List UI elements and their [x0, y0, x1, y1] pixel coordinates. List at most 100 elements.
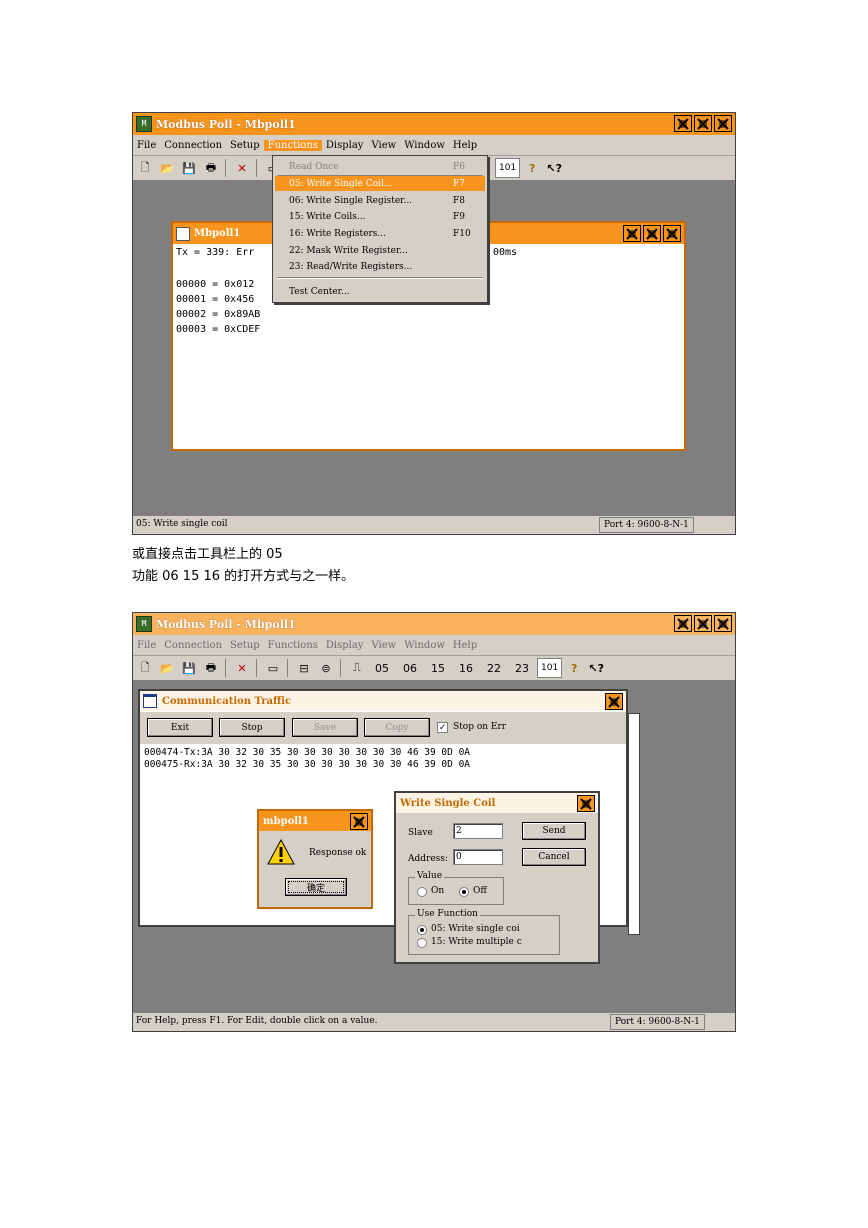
- help-icon[interactable]: ?: [522, 158, 542, 178]
- menu-item-read-write-registers[interactable]: 23: Read/Write Registers...: [275, 259, 485, 274]
- menu-item-read-once[interactable]: Read Once F6: [275, 159, 485, 174]
- caption-line-2: 功能 06 15 16 的打开方式与之一样。: [132, 569, 355, 584]
- tx-status-right: 00ms: [493, 247, 518, 258]
- minimize-icon[interactable]: [674, 615, 692, 632]
- stop-on-err-checkbox[interactable]: ✓: [437, 722, 448, 733]
- traffic-close-icon[interactable]: [605, 693, 623, 710]
- pulse-icon[interactable]: ⎍: [347, 658, 367, 678]
- save-icon[interactable]: 💾: [179, 158, 199, 178]
- fn-23-button[interactable]: 23: [509, 658, 535, 678]
- minimize-icon[interactable]: [674, 115, 692, 132]
- menu-view[interactable]: View: [367, 140, 400, 151]
- menu-display[interactable]: Display: [322, 140, 368, 151]
- value-on-radio[interactable]: [417, 887, 427, 897]
- menu-setup[interactable]: Setup: [226, 640, 264, 651]
- register-row[interactable]: 00002 = 0x89AB: [176, 307, 376, 322]
- traffic-title: Communication Traffic: [162, 695, 292, 707]
- menu-display[interactable]: Display: [322, 640, 368, 651]
- slave-input[interactable]: 2: [453, 823, 503, 839]
- save-icon[interactable]: 💾: [179, 658, 199, 678]
- open-folder-icon[interactable]: 📂: [157, 658, 177, 678]
- menu-file[interactable]: File: [133, 140, 160, 151]
- msgbox-title: mbpoll1: [263, 815, 309, 827]
- msgbox-title-bar: mbpoll1: [259, 811, 371, 831]
- fn-15-button[interactable]: 15: [425, 658, 451, 678]
- menu-connection[interactable]: Connection: [160, 140, 226, 151]
- menu-setup[interactable]: Setup: [226, 140, 264, 151]
- help-icon[interactable]: ?: [564, 658, 584, 678]
- menu-item-write-registers[interactable]: 16: Write Registers... F10: [275, 226, 485, 241]
- fn-15-radio[interactable]: [417, 938, 427, 948]
- exit-button[interactable]: Exit: [147, 718, 213, 737]
- connect-icon[interactable]: ⊟: [294, 658, 314, 678]
- toolbar-101[interactable]: 101: [495, 158, 521, 178]
- fn-15-label: 15: Write multiple c: [431, 937, 522, 947]
- background-window-edge: [628, 713, 640, 935]
- child-close-icon[interactable]: [663, 225, 681, 242]
- child-title: Mbpoll1: [194, 228, 241, 239]
- toolbar-separator: [256, 159, 257, 177]
- stop-on-err-label: Stop on Err: [453, 722, 507, 732]
- new-file-icon[interactable]: 🗋: [135, 658, 155, 678]
- print-icon[interactable]: 🖶: [201, 658, 221, 678]
- window-controls: [674, 115, 732, 132]
- menu-file[interactable]: File: [133, 640, 160, 651]
- response-message-box: mbpoll1 Response ok 确定: [257, 809, 373, 909]
- register-row[interactable]: 00003 = 0xCDEF: [176, 322, 376, 337]
- ok-button[interactable]: 确定: [285, 878, 347, 896]
- close-icon[interactable]: [714, 115, 732, 132]
- toolbar-101[interactable]: 101: [537, 658, 563, 678]
- delete-icon[interactable]: ✕: [232, 158, 252, 178]
- new-file-icon[interactable]: 🗋: [135, 158, 155, 178]
- value-off-radio[interactable]: [459, 887, 469, 897]
- context-help-icon[interactable]: ↖?: [586, 658, 606, 678]
- close-icon[interactable]: [714, 615, 732, 632]
- open-folder-icon[interactable]: 📂: [157, 158, 177, 178]
- menu-help[interactable]: Help: [449, 640, 481, 651]
- functions-menu: Read Once F6 05: Write Single Coil... F7 0…: [272, 155, 488, 303]
- menu-item-write-single-register[interactable]: 06: Write Single Register... F8: [275, 193, 485, 208]
- send-button[interactable]: Send: [522, 822, 586, 840]
- msgbox-close-icon[interactable]: [350, 813, 368, 830]
- menu-functions[interactable]: Functions: [264, 640, 322, 651]
- use-function-group-label: Use Function: [415, 909, 480, 919]
- copy-button[interactable]: Copy: [364, 718, 430, 737]
- cancel-button[interactable]: Cancel: [522, 848, 586, 866]
- fn-22-button[interactable]: 22: [481, 658, 507, 678]
- toolbar-separator: [225, 159, 226, 177]
- menu-connection[interactable]: Connection: [160, 640, 226, 651]
- status-bar: 05: Write single coil Port 4: 9600-8-N-1: [133, 515, 735, 534]
- delete-icon[interactable]: ✕: [232, 658, 252, 678]
- menu-item-test-center[interactable]: Test Center...: [275, 284, 485, 299]
- menu-view[interactable]: View: [367, 640, 400, 651]
- address-input[interactable]: 0: [453, 849, 503, 865]
- warning-icon: [267, 838, 295, 865]
- fn-05-button[interactable]: 05: [369, 658, 395, 678]
- disconnect-icon[interactable]: ⊜: [316, 658, 336, 678]
- status-bar: For Help, press F1. For Edit, double cli…: [133, 1012, 735, 1031]
- port-status: Port 4: 9600-8-N-1: [610, 1014, 705, 1030]
- wsc-close-icon[interactable]: [577, 795, 595, 812]
- fn-05-radio[interactable]: [417, 925, 427, 935]
- context-help-icon[interactable]: ↖?: [544, 158, 564, 178]
- child-maximize-icon[interactable]: [643, 225, 661, 242]
- toolbar-separator: [287, 659, 288, 677]
- menu-window[interactable]: Window: [400, 640, 449, 651]
- fn-16-button[interactable]: 16: [453, 658, 479, 678]
- maximize-icon[interactable]: [694, 115, 712, 132]
- menu-item-write-single-coil[interactable]: 05: Write Single Coil... F7: [275, 176, 485, 191]
- menu-item-write-coils[interactable]: 15: Write Coils... F9: [275, 209, 485, 224]
- stop-button[interactable]: Stop: [219, 718, 285, 737]
- value-on-label: On: [431, 886, 445, 896]
- value-off-label: Off: [473, 886, 487, 896]
- fn-06-button[interactable]: 06: [397, 658, 423, 678]
- maximize-icon[interactable]: [694, 615, 712, 632]
- child-minimize-icon[interactable]: [623, 225, 641, 242]
- menu-help[interactable]: Help: [449, 140, 481, 151]
- window-icon[interactable]: ▭: [263, 658, 283, 678]
- print-icon[interactable]: 🖶: [201, 158, 221, 178]
- save-button[interactable]: Save: [292, 718, 358, 737]
- menu-item-mask-write-register[interactable]: 22: Mask Write Register...: [275, 243, 485, 258]
- menu-window[interactable]: Window: [400, 140, 449, 151]
- menu-functions[interactable]: Functions: [263, 140, 322, 151]
